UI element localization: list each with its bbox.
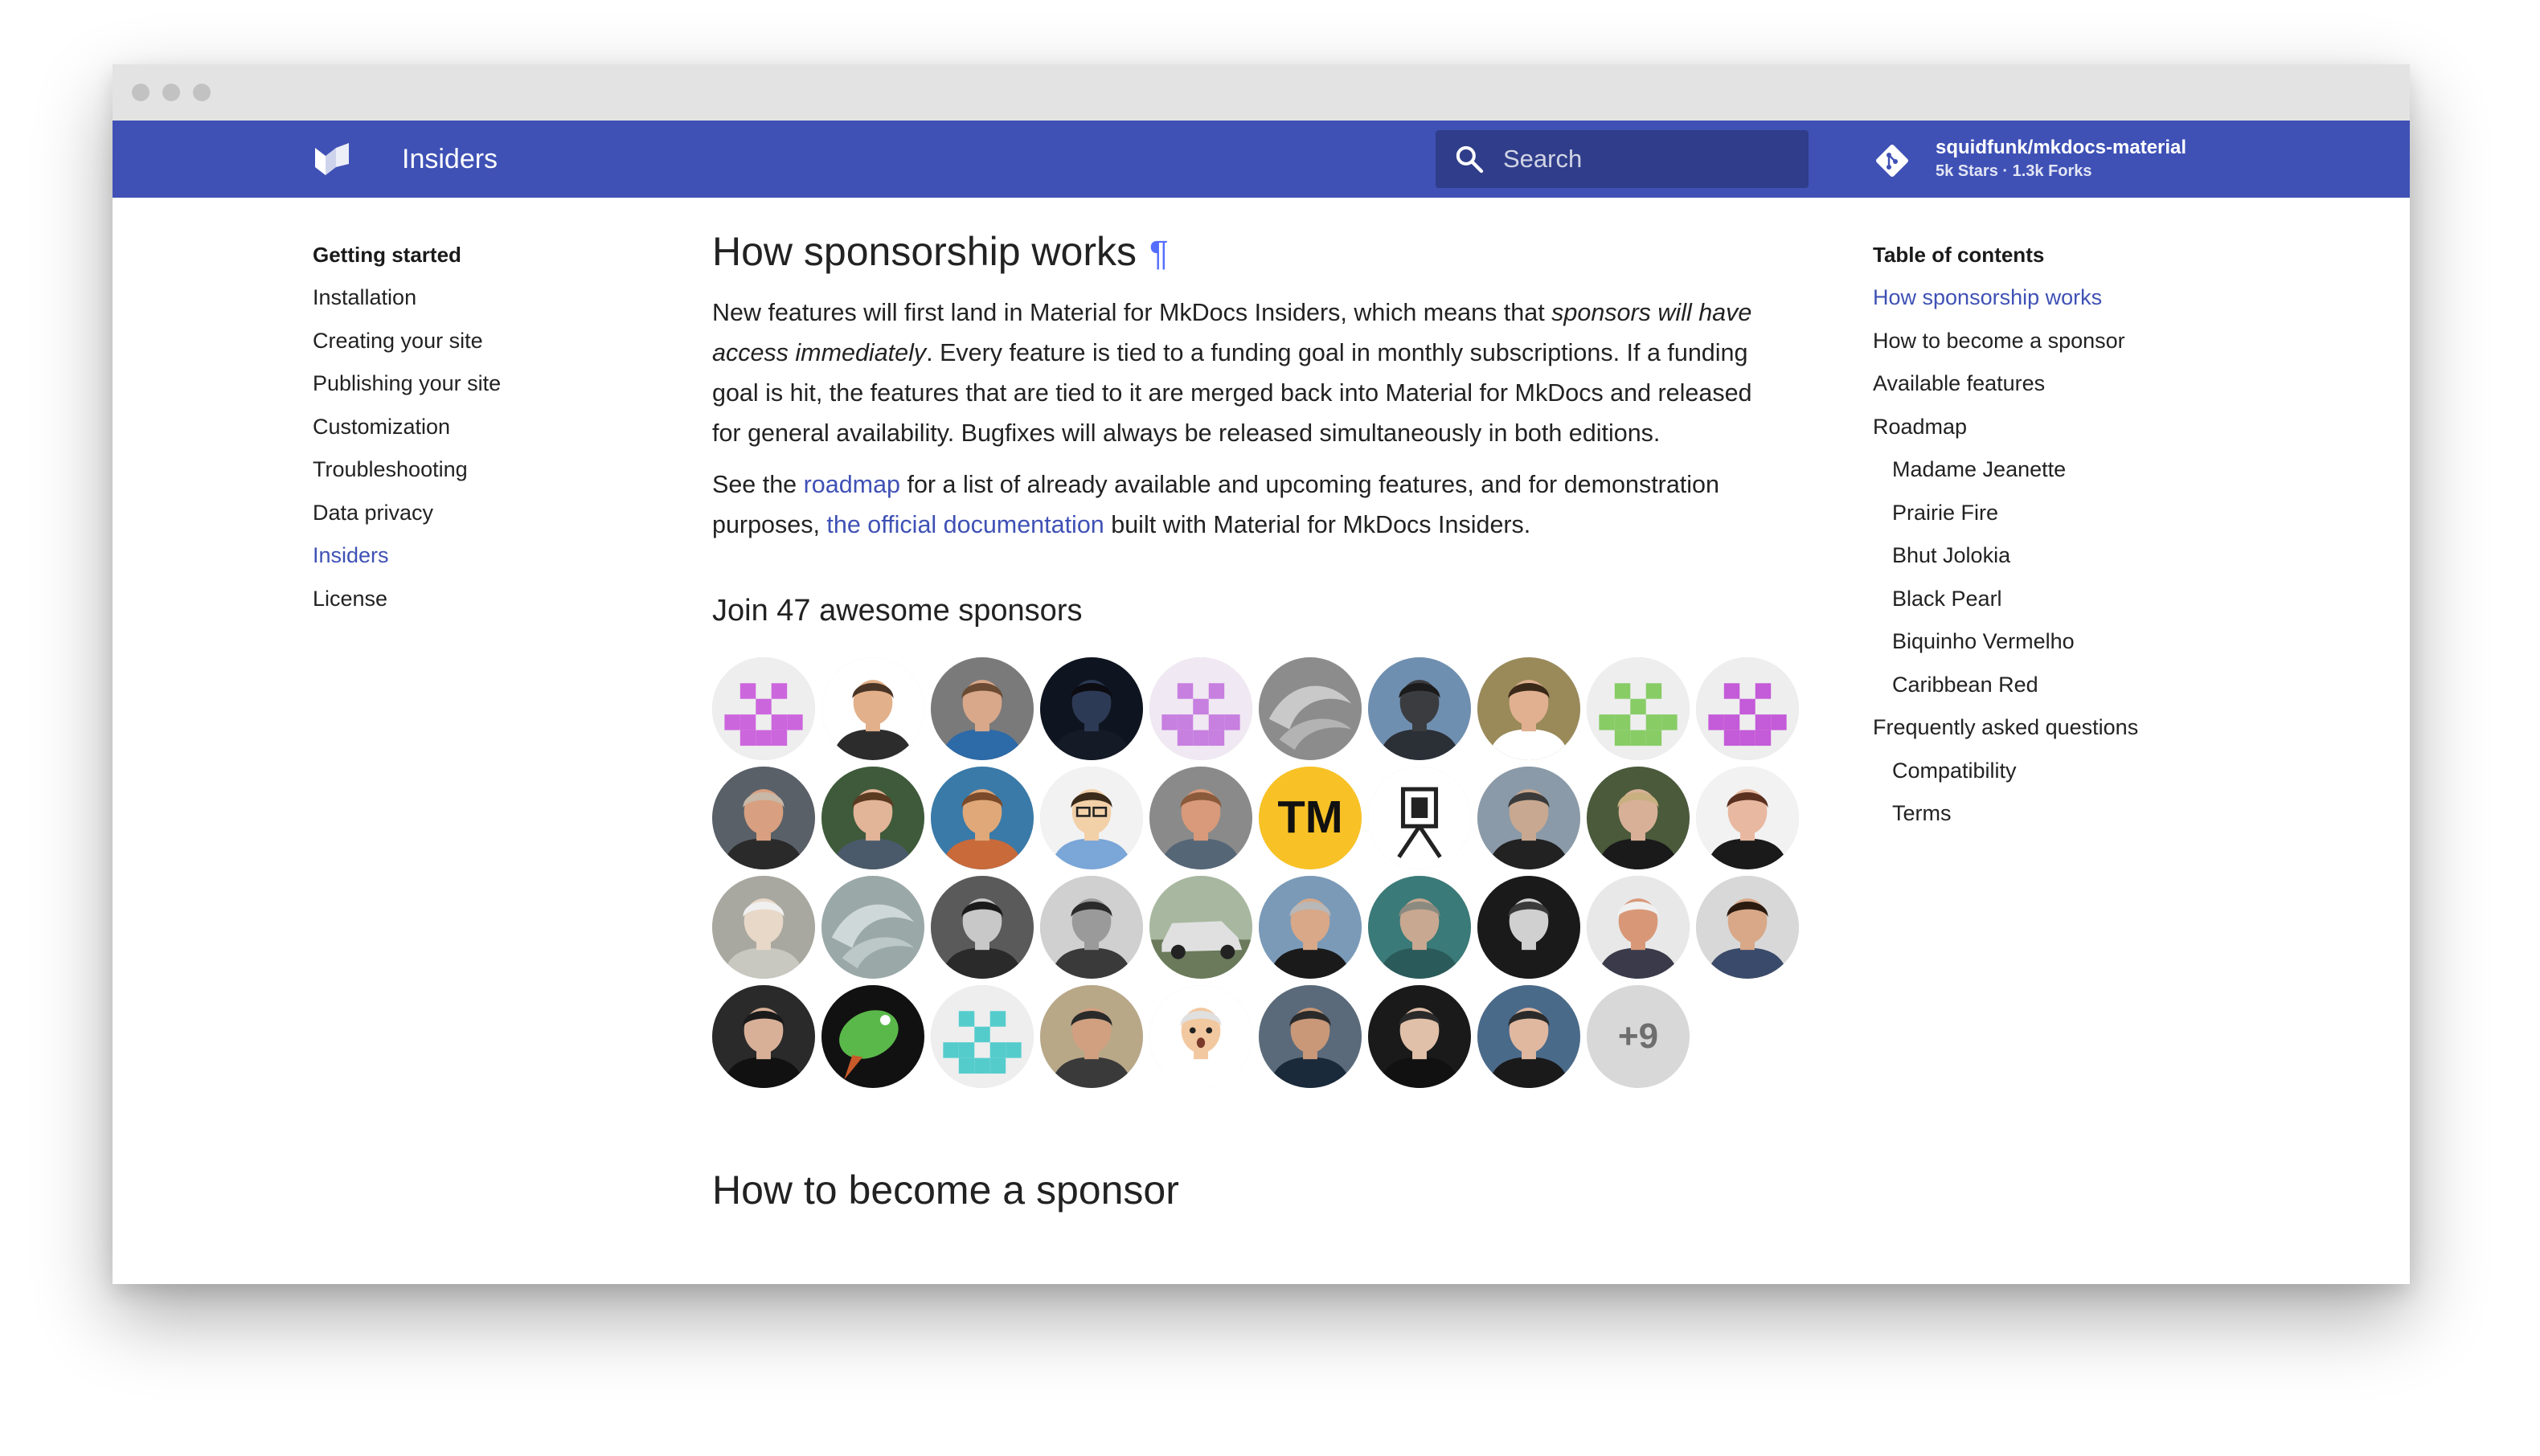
toc-item-how-to-become-a-sponsor[interactable]: How to become a sponsor	[1873, 320, 2291, 363]
sponsor-avatar[interactable]	[1259, 985, 1362, 1088]
toc-item-frequently-asked-questions[interactable]: Frequently asked questions	[1873, 706, 2291, 750]
nav-item-insiders[interactable]: Insiders	[313, 534, 650, 578]
sponsor-avatar-grid: TM +9	[712, 657, 1813, 1088]
site-header: Insiders squidfunk/mkdocs-material 5k St…	[113, 121, 2410, 198]
sponsor-avatar[interactable]	[1149, 876, 1252, 979]
repo-name: squidfunk/mkdocs-material	[1936, 137, 2187, 158]
window-minimize-dot[interactable]	[162, 84, 180, 101]
window-close-dot[interactable]	[132, 84, 150, 101]
sponsor-avatar[interactable]	[1259, 657, 1362, 760]
sponsor-avatar[interactable]	[1149, 657, 1252, 760]
nav-item-license[interactable]: License	[313, 578, 650, 621]
search-input[interactable]	[1503, 130, 1792, 188]
toc-item-caribbean-red[interactable]: Caribbean Red	[1873, 664, 2291, 707]
repo-stats: 5k Stars · 1.3k Forks	[1936, 162, 2092, 180]
git-icon	[1876, 145, 1908, 177]
sponsor-avatar[interactable]	[821, 985, 924, 1088]
sponsor-avatar[interactable]	[931, 985, 1034, 1088]
roadmap-link[interactable]: roadmap	[804, 471, 900, 498]
toc-item-terms[interactable]: Terms	[1873, 792, 2291, 836]
roadmap-paragraph: See the roadmap for a list of already av…	[712, 471, 1719, 538]
nav-item-customization[interactable]: Customization	[313, 406, 650, 449]
intro-paragraph: New features will first land in Material…	[712, 299, 1752, 447]
sponsor-avatar[interactable]	[1259, 876, 1362, 979]
sponsor-avatar[interactable]	[821, 876, 924, 979]
nav-item-installation[interactable]: Installation	[313, 276, 650, 320]
sponsor-avatar[interactable]	[712, 876, 815, 979]
sponsor-avatar[interactable]	[1477, 767, 1580, 869]
sponsor-avatar[interactable]	[1040, 985, 1143, 1088]
sponsor-avatar[interactable]	[712, 767, 815, 869]
main-content: How sponsorship works ¶ New features will…	[712, 222, 1813, 1220]
table-of-contents: Table of contents How sponsorship works H…	[1873, 233, 2291, 836]
sponsor-avatar[interactable]	[821, 657, 924, 760]
browser-window: Insiders squidfunk/mkdocs-material 5k St…	[113, 64, 2410, 1284]
sponsor-avatar[interactable]	[1696, 767, 1799, 869]
toc-title: Table of contents	[1873, 243, 2045, 267]
search-box[interactable]	[1436, 130, 1809, 188]
sponsor-avatar[interactable]	[1149, 985, 1252, 1088]
repository-link[interactable]: squidfunk/mkdocs-material 5k Stars · 1.3…	[1874, 133, 2292, 185]
sponsor-avatar[interactable]	[1477, 657, 1580, 760]
heading-permalink[interactable]: ¶	[1149, 234, 1169, 273]
material-logo-icon[interactable]	[312, 140, 352, 178]
sponsor-avatar[interactable]	[1477, 876, 1580, 979]
sponsor-avatar[interactable]	[712, 657, 815, 760]
sponsor-avatar[interactable]	[931, 876, 1034, 979]
primary-navigation: Getting started Installation Creating you…	[313, 233, 650, 620]
sponsor-avatar[interactable]	[1368, 657, 1471, 760]
sponsors-heading: Join 47 awesome sponsors	[712, 594, 1083, 628]
sponsor-avatar[interactable]	[712, 985, 815, 1088]
sponsor-avatar[interactable]	[1696, 876, 1799, 979]
page-heading: How sponsorship works ¶	[712, 229, 1169, 274]
site-title[interactable]: Insiders	[402, 140, 498, 178]
toc-item-compatibility[interactable]: Compatibility	[1873, 750, 2291, 793]
svg-text:TM: TM	[1277, 791, 1342, 842]
sponsor-avatar[interactable]	[931, 657, 1034, 760]
sponsor-avatar[interactable]	[1368, 985, 1471, 1088]
sponsor-avatar[interactable]	[931, 767, 1034, 869]
nav-section-title: Getting started	[313, 243, 461, 267]
search-icon	[1456, 145, 1484, 174]
sponsor-avatar[interactable]	[1587, 767, 1690, 869]
toc-item-how-sponsorship-works[interactable]: How sponsorship works	[1873, 276, 2291, 320]
sponsor-avatar[interactable]	[1587, 876, 1690, 979]
toc-item-madame-jeanette[interactable]: Madame Jeanette	[1873, 448, 2291, 492]
sponsor-avatar[interactable]	[1477, 985, 1580, 1088]
toc-item-bhut-jolokia[interactable]: Bhut Jolokia	[1873, 534, 2291, 578]
nav-item-troubleshooting[interactable]: Troubleshooting	[313, 448, 650, 492]
sponsor-avatar[interactable]	[1040, 657, 1143, 760]
toc-item-available-features[interactable]: Available features	[1873, 362, 2291, 406]
sponsor-avatar[interactable]: TM	[1259, 767, 1362, 869]
nav-item-publishing-your-site[interactable]: Publishing your site	[313, 362, 650, 406]
official-documentation-link[interactable]: the official documentation	[826, 511, 1104, 538]
sponsor-avatar[interactable]	[1040, 767, 1143, 869]
toc-item-roadmap[interactable]: Roadmap	[1873, 406, 2291, 449]
next-section-heading: How to become a sponsor	[712, 1168, 1179, 1213]
sponsor-avatar[interactable]	[1587, 657, 1690, 760]
window-maximize-dot[interactable]	[193, 84, 211, 101]
sponsor-avatar[interactable]	[1040, 876, 1143, 979]
toc-item-prairie-fire[interactable]: Prairie Fire	[1873, 492, 2291, 535]
sponsor-avatar[interactable]	[1149, 767, 1252, 869]
toc-item-biquinho-vermelho[interactable]: Biquinho Vermelho	[1873, 620, 2291, 664]
window-titlebar	[113, 64, 2410, 121]
sponsor-avatar[interactable]	[1696, 657, 1799, 760]
sponsor-avatar[interactable]	[821, 767, 924, 869]
more-sponsors-badge[interactable]: +9	[1587, 985, 1690, 1088]
nav-item-creating-your-site[interactable]: Creating your site	[313, 320, 650, 363]
sponsor-avatar[interactable]	[1368, 767, 1471, 869]
sponsor-avatar[interactable]	[1368, 876, 1471, 979]
nav-item-data-privacy[interactable]: Data privacy	[313, 492, 650, 535]
toc-item-black-pearl[interactable]: Black Pearl	[1873, 578, 2291, 621]
